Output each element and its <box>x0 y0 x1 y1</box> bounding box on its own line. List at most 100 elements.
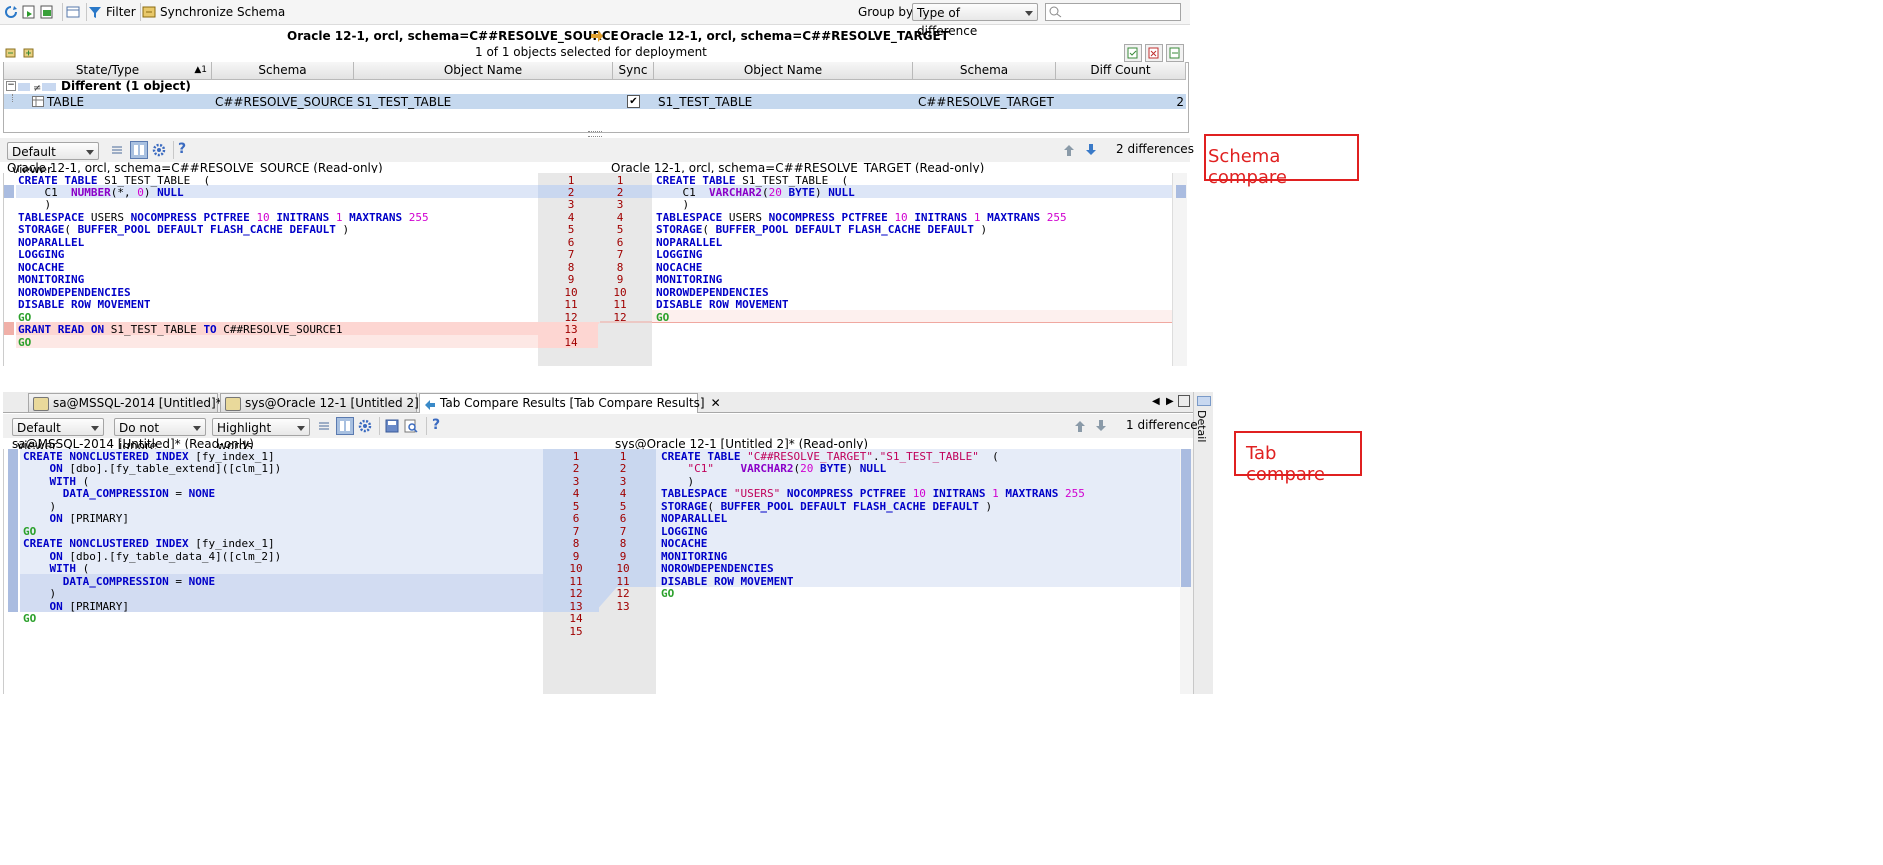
include-icon[interactable] <box>1124 44 1142 62</box>
row-diff-count: 2 <box>1176 95 1184 109</box>
tab-compare-annotation-label: Tab compare <box>1246 443 1325 485</box>
source-db-title: Oracle 12-1, orcl, schema=C##RESOLVE_SOU… <box>287 29 619 43</box>
filter-button[interactable]: Filter <box>84 2 140 22</box>
settings-gear-icon[interactable] <box>152 143 166 160</box>
table-icon <box>32 96 44 110</box>
next-diff-icon[interactable] <box>1085 143 1097 160</box>
tab-compare-results-label: Tab Compare Results [Tab Compare Results… <box>440 396 705 410</box>
row-schema: C##RESOLVE_SOURCE <box>215 95 354 109</box>
schema-left-marker <box>4 185 14 198</box>
script-icon[interactable] <box>22 5 36 22</box>
toggle-icon[interactable] <box>1166 44 1184 62</box>
help-icon[interactable]: ? <box>178 141 186 157</box>
group-by-select[interactable]: Type of difference <box>912 3 1038 38</box>
schema-left-added-marker <box>4 322 14 335</box>
search-input[interactable] <box>1045 3 1181 21</box>
group-row[interactable]: − ≠ Different (1 object) <box>4 79 1186 94</box>
col-sync[interactable]: Sync <box>613 62 654 80</box>
highlight-select[interactable]: Highlight words <box>212 418 310 453</box>
ignore-select[interactable]: Do not ignore <box>114 418 206 453</box>
tab-differences-count: 1 difference <box>1126 418 1198 432</box>
target-db-title: Oracle 12-1, orcl, schema=C##RESOLVE_TAR… <box>620 29 949 43</box>
columns-icon[interactable] <box>66 5 80 22</box>
schema-compare-annotation: Schema compare <box>1204 134 1359 188</box>
tab-compare-annotation: Tab compare <box>1234 431 1362 485</box>
scroll-tabs-left-icon[interactable]: ◀ <box>1152 396 1160 407</box>
line-spacing-icon[interactable] <box>317 419 331 436</box>
schema-viewer-select[interactable]: Default viewer <box>7 142 99 177</box>
tab-viewer-select[interactable]: Default viewer <box>12 418 104 453</box>
close-icon[interactable]: ✕ <box>711 396 721 410</box>
detail-icon <box>1197 396 1211 406</box>
top-toolbar: Filter Synchronize Schema Group by: Type… <box>0 0 1190 38</box>
tab-right-marker <box>1181 449 1191 587</box>
schema-right-marker <box>1176 185 1186 198</box>
schema-insert-marker <box>652 322 1172 323</box>
synchronize-schema-button[interactable]: Synchronize Schema <box>138 2 289 22</box>
col-schema-left-label: Schema <box>258 63 307 77</box>
row-object-name: S1_TEST_TABLE <box>357 95 452 109</box>
schema-differences-count: 2 differences <box>1116 142 1194 156</box>
line-spacing-icon[interactable] <box>110 143 124 160</box>
tab-compare-results[interactable]: Tab Compare Results [Tab Compare Results… <box>419 393 721 413</box>
col-schema-left[interactable]: Schema <box>212 62 354 80</box>
tab-left-marker <box>8 449 18 612</box>
group-by-label: Group by: <box>858 5 917 19</box>
sync-checkbox[interactable]: ✔ <box>627 95 640 108</box>
compare-icon <box>424 398 436 410</box>
col-schema-right[interactable]: Schema <box>913 62 1056 80</box>
side-by-side-icon[interactable] <box>336 417 354 435</box>
filter-icon <box>89 7 101 18</box>
help-icon[interactable]: ? <box>432 417 440 433</box>
svg-text:≠: ≠ <box>33 83 41 92</box>
col-object-name-left-label: Object Name <box>443 63 523 77</box>
expand-all-icon[interactable] <box>5 46 17 61</box>
col-sync-label: Sync <box>618 63 648 77</box>
col-schema-right-label: Schema <box>959 63 1009 77</box>
sync-label: Synchronize Schema <box>160 5 286 19</box>
search-icon <box>1049 6 1062 18</box>
sql-editor-icon <box>33 396 49 411</box>
col-state-type-label: State/Type <box>75 63 140 77</box>
row-target-schema: C##RESOLVE_TARGET <box>918 95 1054 109</box>
splitter-handle[interactable] <box>588 131 602 137</box>
previous-diff-icon[interactable] <box>1063 143 1075 160</box>
tab-mssql[interactable]: sa@MSSQL-2014 [Untitled]*✕ <box>28 393 238 412</box>
filter-label: Filter <box>106 5 136 19</box>
row-type: TABLE <box>47 95 85 109</box>
row-target-object-name: S1_TEST_TABLE <box>658 95 753 109</box>
previous-diff-icon[interactable] <box>1074 419 1086 436</box>
arrow-right-icon <box>591 30 603 42</box>
col-diff-count-label: Diff Count <box>1090 63 1151 77</box>
sql-editor-icon <box>225 396 241 411</box>
tab-mssql-label: sa@MSSQL-2014 [Untitled]* <box>53 396 222 410</box>
settings-gear-icon[interactable] <box>358 419 372 436</box>
diff-state-icon: ≠ <box>18 81 58 94</box>
tab-list-icon[interactable] <box>1178 395 1190 407</box>
table-row[interactable]: TABLE C##RESOLVE_SOURCE S1_TEST_TABLE ✔ … <box>4 94 1186 109</box>
refresh-icon[interactable] <box>4 5 18 22</box>
tab-oracle-label: sys@Oracle 12-1 [Untitled 2]* <box>245 396 425 410</box>
schema-scrollbar[interactable] <box>1172 173 1187 366</box>
tree-line <box>12 94 14 102</box>
export-icon[interactable] <box>40 5 54 22</box>
selected-info: 1 of 1 objects selected for deployment <box>475 45 707 59</box>
schema-right-pane <box>652 173 1172 366</box>
scroll-tabs-right-icon[interactable]: ▶ <box>1166 396 1174 407</box>
tab-oracle[interactable]: sys@Oracle 12-1 [Untitled 2]*✕ <box>220 393 441 412</box>
col-object-name-left[interactable]: Object Name <box>354 62 613 80</box>
col-state-type[interactable]: State/Type ▲1 <box>4 62 212 80</box>
col-object-name-right-label: Object Name <box>743 63 823 77</box>
group-row-label: Different (1 object) <box>61 79 191 93</box>
col-diff-count[interactable]: Diff Count <box>1056 62 1186 80</box>
find-icon[interactable] <box>404 419 418 436</box>
next-diff-icon[interactable] <box>1095 419 1107 436</box>
collapse-all-icon[interactable] <box>23 46 35 61</box>
save-icon[interactable] <box>385 419 399 436</box>
exclude-icon[interactable] <box>1145 44 1163 62</box>
col-object-name-right[interactable]: Object Name <box>654 62 913 80</box>
schema-compare-annotation-label: Schema compare <box>1208 146 1287 188</box>
side-by-side-icon[interactable] <box>130 141 148 159</box>
collapse-toggle-icon[interactable]: − <box>6 81 16 91</box>
detail-sidebar[interactable]: Detail <box>1193 392 1213 694</box>
